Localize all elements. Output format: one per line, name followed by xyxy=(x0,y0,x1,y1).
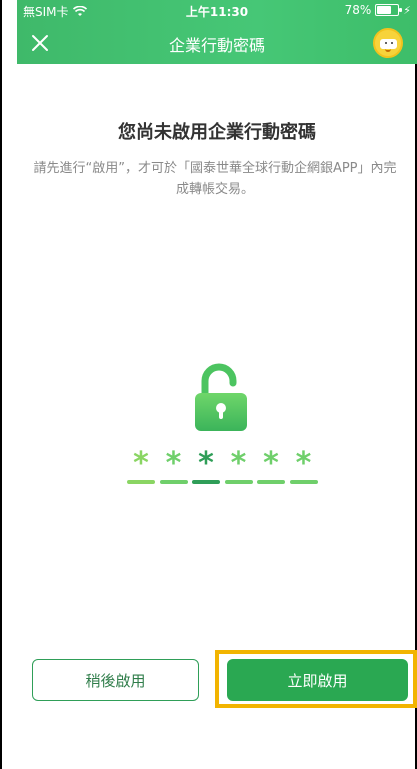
battery-icon xyxy=(375,4,403,16)
left-border xyxy=(0,0,2,769)
star-underline xyxy=(192,480,220,484)
password-star-5: * xyxy=(257,448,285,488)
password-star-3: * xyxy=(192,448,220,488)
main-heading: 您尚未啟用企業行動密碼 xyxy=(118,122,316,143)
password-star-1: * xyxy=(127,448,155,488)
star-glyph: * xyxy=(165,446,182,481)
page-title: 企業行動密碼 xyxy=(168,36,265,55)
header-bar: 無SIM卡 上午11:30 78% ⚡ 企業行動密碼 xyxy=(17,0,417,64)
star-underline xyxy=(224,480,253,484)
activate-now-button[interactable]: 立即啟用 xyxy=(227,659,408,701)
star-glyph: * xyxy=(230,446,247,481)
star-glyph: * xyxy=(133,446,149,481)
nav-bar: 企業行動密碼 xyxy=(17,22,417,64)
password-mask: * * * * * * xyxy=(127,446,318,488)
battery-percent: 78% xyxy=(344,3,372,17)
star-underline xyxy=(289,480,318,484)
password-star-2: * xyxy=(159,446,188,488)
star-glyph: * xyxy=(198,446,214,481)
unlocked-lock-icon xyxy=(195,363,247,431)
avatar[interactable] xyxy=(373,28,403,58)
battery-fill xyxy=(377,6,392,14)
star-glyph: * xyxy=(295,446,312,481)
description-text: 請先進行“啟用”，才可於「國泰世華全球行動企網銀APP」內完成轉帳交易。 xyxy=(33,161,397,197)
star-underline xyxy=(159,480,188,484)
password-star-6: * xyxy=(289,446,318,488)
status-right: 78% ⚡ xyxy=(345,3,411,17)
star-underline xyxy=(257,480,285,484)
charging-icon: ⚡ xyxy=(403,3,411,17)
status-bar: 無SIM卡 上午11:30 78% ⚡ xyxy=(17,0,417,20)
activate-later-button[interactable]: 稍後啟用 xyxy=(32,659,199,701)
password-star-4: * xyxy=(224,446,253,488)
star-glyph: * xyxy=(263,446,279,481)
star-underline xyxy=(127,480,155,484)
